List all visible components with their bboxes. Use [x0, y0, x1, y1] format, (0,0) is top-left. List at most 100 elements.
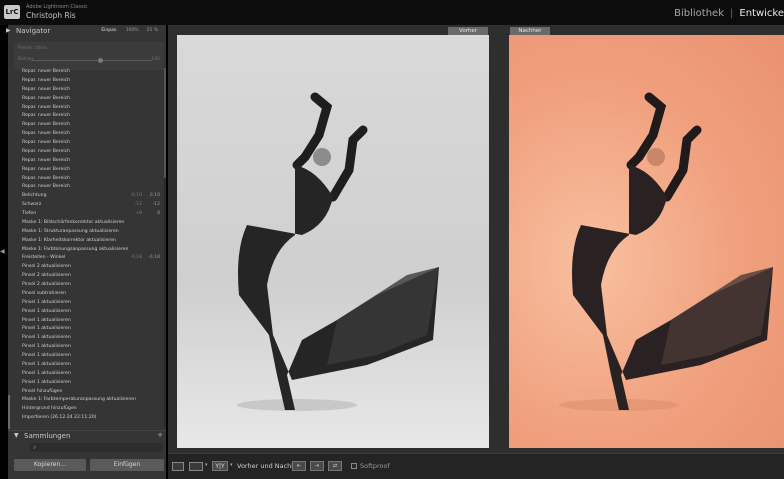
history-item[interactable]: Maske 1: Bildschärfenkorrektor aktualisi… — [22, 219, 162, 228]
history-item-value: -0,18 — [148, 255, 160, 261]
history-item[interactable]: Repar. neuer Bereich — [22, 130, 162, 139]
history-item[interactable]: Pinsel 1 aktualisieren — [22, 308, 162, 317]
history-item[interactable]: Hintergrund hinzufügen — [22, 405, 162, 414]
history-item-label: Repar. neuer Bereich — [22, 69, 71, 74]
history-item-label: Pinsel hinzufügen — [22, 388, 63, 394]
preset-label: Preset: Ohne — [18, 46, 47, 51]
history-item-label: Pinsel 1 aktualisieren — [22, 353, 71, 358]
history-item[interactable]: Repar. neuer Bereich — [22, 77, 162, 86]
swap-before-after-icon[interactable]: ⇄ — [328, 461, 342, 471]
history-item[interactable]: Pinsel 1 aktualisieren — [22, 334, 162, 343]
module-develop[interactable]: Entwicke — [739, 8, 784, 19]
view-mode-dropdown-icon[interactable]: ▾ — [230, 462, 233, 468]
history-item-label: Pinsel 1 aktualisieren — [22, 344, 71, 350]
zoom-100[interactable]: 100% — [126, 28, 139, 33]
history-item[interactable]: Repar. neuer Bereich — [22, 104, 162, 113]
history-item-label: Maske 1: Farbtonungsanpassung aktualisie… — [22, 246, 129, 252]
add-collection-icon[interactable]: + — [157, 431, 163, 439]
history-item[interactable]: Pinsel hinzufügen — [22, 388, 162, 397]
history-item[interactable]: Belichtung -0,10 0,10 — [22, 192, 162, 201]
history-item-label: Maske 1: Farbtemperaturanpassung aktuali… — [22, 397, 136, 403]
history-item[interactable]: Pinsel 1 aktualisieren — [22, 379, 162, 388]
before-label: Vorher — [448, 27, 488, 35]
history-item[interactable]: Repar. neuer Bereich — [22, 86, 162, 95]
paste-button[interactable]: Einfügen — [90, 459, 164, 471]
history-item[interactable]: Pinsel 1 aktualisieren — [22, 299, 162, 308]
history-item-label: Repar. neuer Bereich — [22, 131, 71, 137]
before-photo[interactable] — [177, 35, 489, 448]
loupe-view-icon[interactable] — [172, 462, 184, 471]
collections-filter-input[interactable]: ⌕ — [30, 443, 162, 452]
history-item[interactable]: Pinsel 1 aktualisieren — [22, 325, 162, 334]
history-item[interactable]: Repar. neuer Bereich — [22, 183, 162, 192]
compare-dropdown-icon[interactable]: ▾ — [205, 462, 208, 468]
history-item-label: Repar. neuer Bereich — [22, 166, 71, 172]
after-photo[interactable] — [509, 35, 784, 448]
history-item[interactable]: Pinsel 1 aktualisieren — [22, 343, 162, 352]
history-item-label: Hintergrund hinzufügen — [22, 406, 77, 412]
preset-amount-slider[interactable] — [32, 60, 152, 61]
history-item-change: -0,10 — [130, 193, 142, 199]
zoom-25[interactable]: 25 % — [147, 28, 158, 33]
history-item-label: Pinsel 1 aktualisieren — [22, 361, 71, 367]
history-item-change: +8 — [135, 211, 142, 216]
history-item[interactable]: Pinsel 2 aktualisieren — [22, 272, 162, 281]
history-item-label: Repar. neuer Bereich — [22, 77, 71, 83]
history-item[interactable]: Maske 1: Klarheitskorrektor aktualisiere… — [22, 237, 162, 246]
history-item[interactable]: Pinsel 1 aktualisieren — [22, 317, 162, 326]
history-item[interactable]: Pinsel 1 aktualisieren — [22, 361, 162, 370]
history-item[interactable]: Repar. neuer Bereich — [22, 139, 162, 148]
softproof-label: Softproof — [360, 462, 390, 470]
preset-amount-label: Betrag — [18, 57, 34, 62]
history-item[interactable]: Pinsel subtrahieren — [22, 290, 162, 299]
preset-amount-slider-thumb[interactable] — [98, 58, 103, 63]
history-item[interactable]: Pinsel 2 aktualisieren — [22, 263, 162, 272]
history-item-value: 0,10 — [149, 193, 160, 199]
history-item[interactable]: Repar. neuer Bereich — [22, 121, 162, 130]
history-item[interactable]: Pinsel 2 aktualisieren — [22, 281, 162, 290]
history-item[interactable]: Schwarz -12 -12 — [22, 201, 162, 210]
history-item[interactable]: Tiefen +8 8 — [22, 210, 162, 219]
history-scrollbar[interactable] — [164, 68, 166, 429]
history-item-label: Pinsel 2 aktualisieren — [22, 264, 71, 270]
history-item[interactable]: Repar. neuer Bereich — [22, 95, 162, 104]
compare-view-icon[interactable] — [189, 462, 203, 471]
history-item[interactable]: Repar. neuer Bereich — [22, 157, 162, 166]
history-item-value: 8 — [157, 211, 160, 216]
history-item[interactable]: Maske 1: Farbtonungsanpassung aktualisie… — [22, 246, 162, 255]
module-library[interactable]: Bibliothek — [674, 8, 724, 19]
history-item-label: Pinsel 1 aktualisieren — [22, 379, 71, 385]
collapse-left-panel-icon[interactable]: ◀ — [0, 248, 5, 255]
history-item[interactable]: Repar. neuer Bereich — [22, 148, 162, 157]
history-scrollbar-thumb[interactable] — [164, 68, 166, 178]
dancer-figure-after — [559, 92, 773, 411]
history-item[interactable]: Pinsel 1 aktualisieren — [22, 370, 162, 379]
history-item-label: Schwarz — [22, 202, 42, 208]
history-item[interactable]: Importieren (26.12.24 22:11:20) — [22, 414, 162, 423]
history-item[interactable]: Repar. neuer Bereich — [22, 68, 162, 77]
navigator-header[interactable]: ▶ Navigator Einpas. 100% 25 % — [4, 26, 164, 39]
zoom-fit[interactable]: Einpas. — [101, 28, 117, 33]
copy-after-to-before-icon[interactable]: ⇥ — [310, 461, 324, 471]
copy-button[interactable]: Kopieren... — [14, 459, 86, 471]
history-item[interactable]: Repar. neuer Bereich — [22, 175, 162, 184]
copy-before-to-after-icon[interactable]: ⇤ — [292, 461, 306, 471]
history-item[interactable]: Maske 1: Strukturanpassung aktualisieren — [22, 228, 162, 237]
history-list: Repar. neuer Bereich Repar. neuer Bereich… — [22, 68, 162, 429]
module-picker: Bibliothek | Entwicke — [674, 8, 784, 19]
softproof-checkbox[interactable] — [351, 463, 357, 469]
history-item[interactable]: Pinsel 1 aktualisieren — [22, 352, 162, 361]
history-item-label: Repar. neuer Bereich — [22, 175, 71, 181]
history-item-label: Repar. neuer Bereich — [22, 148, 71, 154]
navigator-zoom-options: Einpas. 100% 25 % — [93, 28, 158, 33]
collections-header[interactable]: ▼ Sammlungen + — [8, 430, 166, 442]
history-item[interactable]: Repar. neuer Bereich — [22, 166, 162, 175]
history-item-label: Pinsel 1 aktualisieren — [22, 326, 71, 332]
history-item[interactable]: Maske 1: Farbtemperaturanpassung aktuali… — [22, 396, 162, 405]
history-item[interactable]: Freistellen - Winkel -0,18 -0,18 — [22, 254, 162, 263]
history-item-label: Repar. neuer Bereich — [22, 122, 71, 128]
before-after-view-button[interactable]: Y|Y — [212, 461, 228, 471]
history-item-label: Belichtung — [22, 193, 47, 199]
history-item[interactable]: Repar. neuer Bereich — [22, 112, 162, 121]
module-separator: | — [730, 8, 734, 19]
